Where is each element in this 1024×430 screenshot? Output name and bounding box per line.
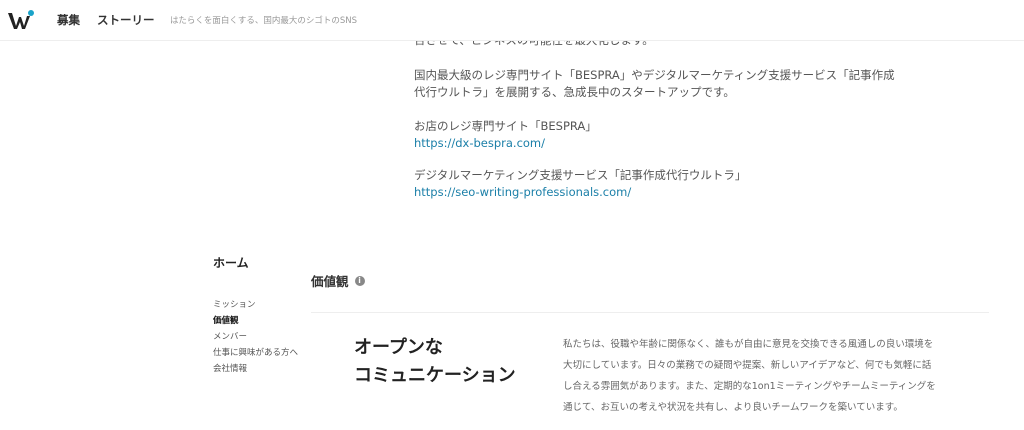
nav-story-link[interactable]: ストーリー — [97, 12, 155, 28]
site2-link[interactable]: https://seo-writing-professionals.com/ — [414, 185, 631, 199]
side-menu: ホーム ミッション 価値観 メンバー 仕事に興味がある方へ 会社情報 — [213, 254, 323, 377]
side-menu-home[interactable]: ホーム — [213, 254, 323, 271]
side-menu-item-members[interactable]: メンバー — [213, 329, 323, 345]
value-item-body: 私たちは、役職や年齢に関係なく、誰もが自由に意見を交換できる風通しの良い環境を … — [563, 334, 953, 418]
value-title-line: オープンな — [354, 337, 443, 358]
side-menu-item-values[interactable]: 価値観 — [213, 313, 323, 329]
values-heading-text: 価値観 — [311, 274, 349, 289]
nav-recruit-link[interactable]: 募集 — [57, 12, 80, 28]
site1-link[interactable]: https://dx-bespra.com/ — [414, 136, 545, 150]
site2-label: デジタルマーケティング支援サービス「記事作成代行ウルトラ」 — [414, 168, 747, 182]
value-body-line: 私たちは、役職や年齢に関係なく、誰もが自由に意見を交換できる風通しの良い環境を — [563, 339, 934, 350]
values-section-heading: 価値観 i — [311, 271, 365, 290]
value-body-line: 通じて、お互いの考えや状況を共有し、より良いチームワークを築いています。 — [563, 402, 903, 413]
value-body-line: し合える雰囲気があります。また、定期的な1on1ミーティングやチームミーティング… — [563, 381, 936, 392]
site1-label: お店のレジ専門サイト「BESPRA」 — [414, 119, 597, 133]
side-menu-item-company-info[interactable]: 会社情報 — [213, 361, 323, 377]
section-divider — [311, 312, 989, 313]
value-body-line: 大切にしています。日々の業務での疑問や提案、新しいアイデアなど、何でも気軽に話 — [563, 360, 932, 371]
site2-block: デジタルマーケティング支援サービス「記事作成代行ウルトラ」 https://se… — [414, 167, 914, 201]
description-intro-line: 代行ウルトラ」を展開する、急成長中のスタートアップです。 — [414, 85, 735, 99]
header-tagline: はたらくを面白くする、国内最大のシゴトのSNS — [170, 16, 357, 26]
value-title-line: コミュニケーション — [354, 365, 516, 386]
description-intro-line: 国内最大級のレジ専門サイト「BESPRA」やデジタルマーケティング支援サービス「… — [414, 68, 895, 82]
side-menu-item-interested[interactable]: 仕事に興味がある方へ — [213, 345, 323, 361]
side-menu-item-mission[interactable]: ミッション — [213, 297, 323, 313]
value-item-title: オープンな コミュニケーション — [354, 334, 516, 390]
description-intro: 国内最大級のレジ専門サイト「BESPRA」やデジタルマーケティング支援サービス「… — [414, 67, 914, 101]
wantedly-logo-icon[interactable] — [8, 9, 34, 31]
top-navigation-bar: 募集 ストーリー はたらくを面白くする、国内最大のシゴトのSNS — [0, 0, 1024, 41]
site1-block: お店のレジ専門サイト「BESPRA」 https://dx-bespra.com… — [414, 118, 914, 152]
info-icon[interactable]: i — [354, 275, 365, 286]
